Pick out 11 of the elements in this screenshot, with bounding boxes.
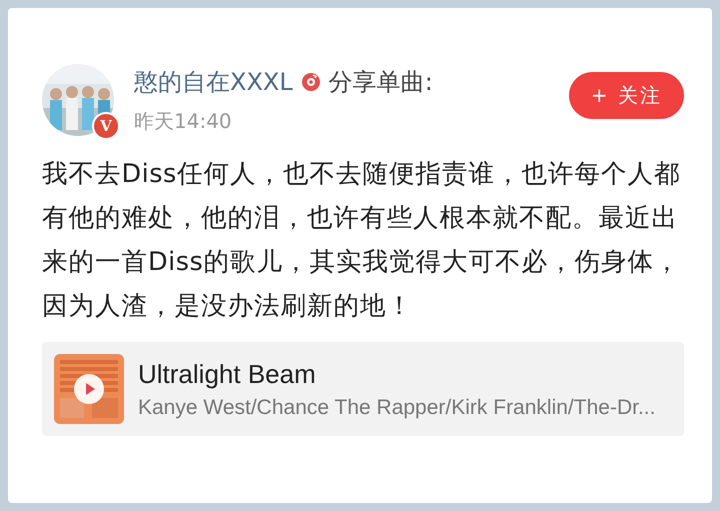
author-name[interactable]: 憨的自在XXXL	[134, 66, 293, 98]
post-text: 我不去Diss任何人，也不去随便指责谁，也许每个人都有他的难处，他的泪，也许有些人根本就不配。最近出来的一首Diss的歌儿，其实我觉得大可不必，伤身体，因为人渣，是没办法刷新的地！	[42, 158, 682, 323]
follow-button[interactable]: + 关注	[568, 72, 684, 119]
song-title: Ultralight Beam	[138, 358, 317, 390]
verified-badge: V	[92, 112, 120, 140]
song-card[interactable]: Ultralight Beam Kanye West/Chance The Rapper/Kirk Franklin/The-Dr...	[42, 342, 684, 436]
music-disc-icon	[300, 72, 321, 92]
share-action-text: 分享单曲:	[328, 67, 433, 98]
song-artists: Kanye West/Chance The Rapper/Kirk Franklin/The-Dr...	[138, 396, 656, 420]
play-icon[interactable]	[74, 374, 104, 404]
post-time: 昨天14:40	[134, 108, 233, 135]
